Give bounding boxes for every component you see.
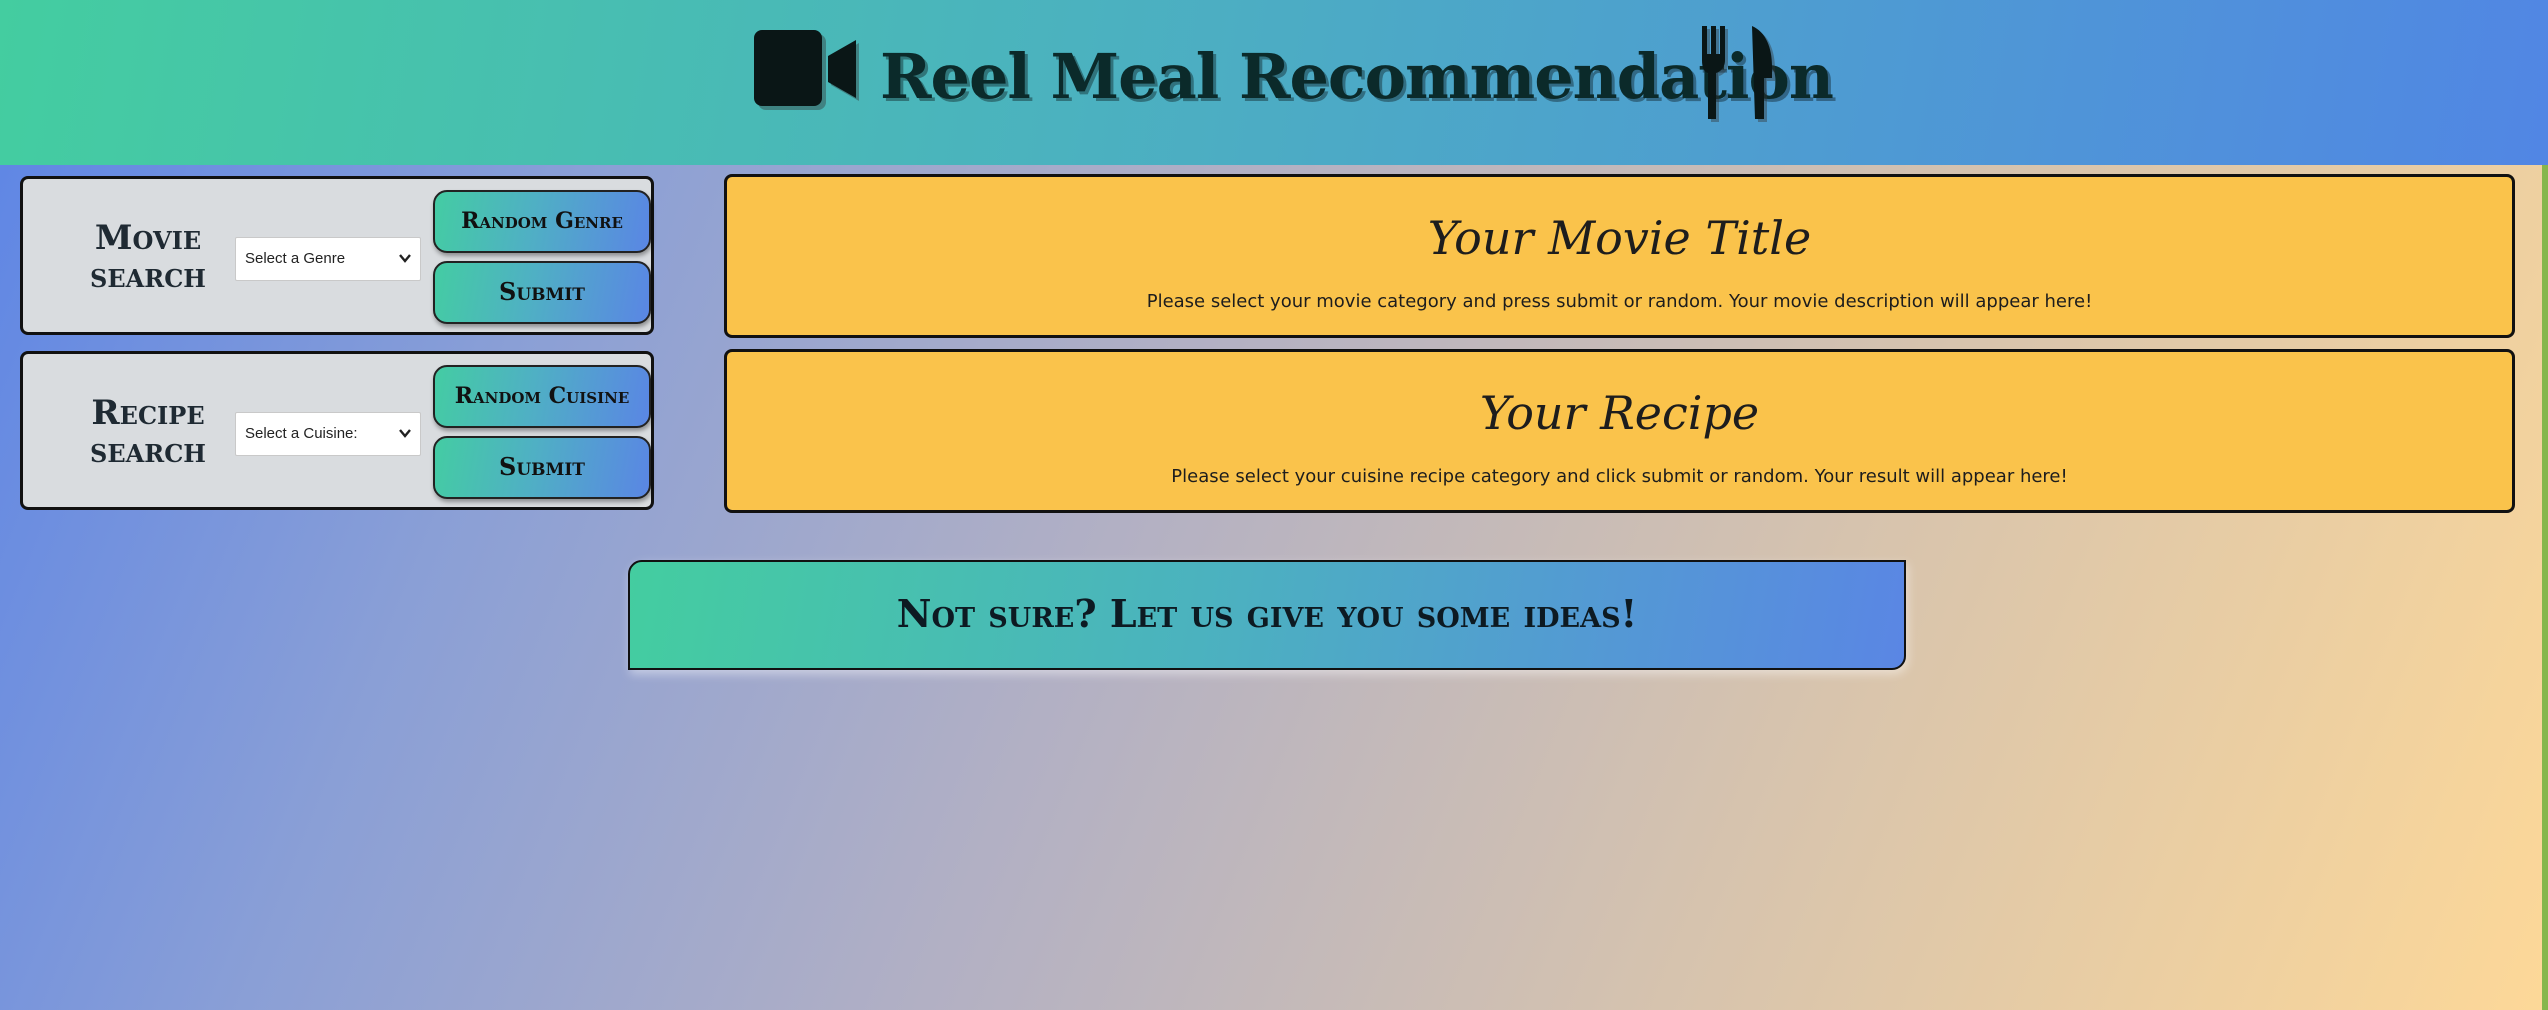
utensils-icon	[1702, 26, 1775, 122]
recipe-search-label: Recipe search	[43, 394, 253, 470]
recipe-description: Please select your cuisine recipe catego…	[1171, 466, 2068, 487]
video-camera-icon	[754, 30, 859, 110]
movie-search-panel: Movie search Select a Genre Random Genre…	[20, 176, 654, 335]
random-genre-button[interactable]: Random Genre	[433, 190, 651, 253]
page-header: Reel Meal Recommendation	[0, 0, 2548, 165]
movie-search-label-line2: search	[90, 256, 206, 296]
recipe-title: Your Recipe	[1479, 386, 1760, 440]
chevron-down-icon	[399, 254, 411, 263]
cuisine-select-value: Select a Cuisine:	[245, 425, 358, 442]
movie-description: Please select your movie category and pr…	[1146, 291, 2093, 312]
movie-search-label: Movie search	[43, 219, 253, 295]
genre-select-value: Select a Genre	[245, 250, 346, 267]
recipe-submit-button[interactable]: Submit	[433, 436, 651, 499]
movie-result-panel: Your Movie Title Please select your movi…	[724, 174, 2515, 338]
random-cuisine-button[interactable]: Random Cuisine	[433, 365, 651, 428]
movie-search-label-line1: Movie	[94, 218, 202, 258]
movie-submit-button[interactable]: Submit	[433, 261, 651, 324]
genre-select[interactable]: Select a Genre	[235, 237, 421, 281]
page-title: Reel Meal Recommendation	[880, 40, 1834, 113]
cuisine-select[interactable]: Select a Cuisine:	[235, 412, 421, 456]
recipe-result-panel: Your Recipe Please select your cuisine r…	[724, 349, 2515, 513]
recipe-search-panel: Recipe search Select a Cuisine: Random C…	[20, 351, 654, 510]
recipe-search-label-line1: Recipe	[91, 393, 205, 433]
movie-title: Your Movie Title	[1427, 211, 1812, 265]
ideas-button[interactable]: Not sure? Let us give you some ideas!	[628, 560, 1906, 670]
recipe-search-label-line2: search	[90, 431, 206, 471]
chevron-down-icon	[399, 429, 411, 438]
